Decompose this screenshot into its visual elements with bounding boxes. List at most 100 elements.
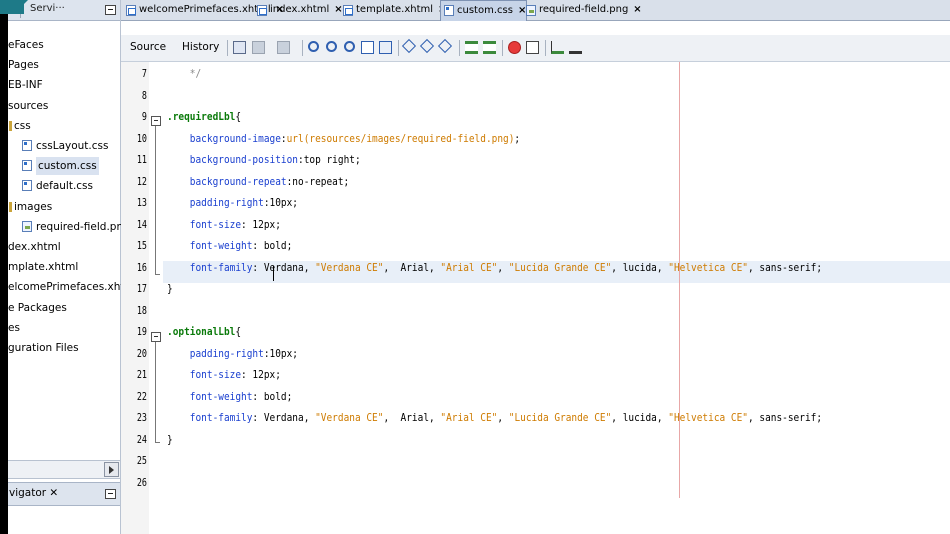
code-line: .requiredLbl{: [167, 109, 241, 125]
find-selection-icon[interactable]: [361, 41, 374, 54]
stop-macro-recording-icon[interactable]: [526, 41, 539, 54]
code-line: background-image:url(resources/images/re…: [167, 131, 520, 147]
fold-toggle-icon[interactable]: [151, 116, 161, 126]
line-number: 11: [136, 154, 147, 166]
history-view-button[interactable]: History: [179, 39, 222, 55]
toolbar-separator: [302, 40, 303, 56]
close-tab-icon[interactable]: ×: [633, 4, 641, 15]
editor-pane: welcomePrimefaces.xhtml × index.xhtml × temp…: [121, 0, 950, 534]
code-token: , sans-serif;: [747, 411, 823, 424]
code-line: padding-right:10px;: [167, 346, 298, 362]
code-token: : bold;: [252, 389, 293, 403]
image-file-icon: [22, 220, 32, 232]
line-number: 21: [136, 369, 147, 381]
code-token: : bold;: [252, 239, 293, 252]
tree-item-label: dex.xhtml: [8, 241, 61, 253]
editor-tab[interactable]: index.xhtml ×: [254, 1, 343, 19]
minimize-navigator-button[interactable]: [105, 489, 116, 499]
code-token: : Verdana,: [252, 411, 316, 424]
xhtml-icon: [343, 5, 353, 16]
tree-item-label: guration Files: [8, 342, 79, 354]
toggle-highlight-icon[interactable]: [379, 41, 392, 54]
back-icon[interactable]: [252, 41, 265, 54]
shift-right-icon[interactable]: [483, 41, 496, 54]
code-token: font-weight: [167, 389, 253, 403]
navigator-label[interactable]: vigator ✕: [9, 487, 58, 499]
minimize-panel-button[interactable]: [105, 5, 116, 15]
code-line: font-size: 12px;: [167, 217, 281, 233]
editor-tab-label: index.xhtml: [270, 4, 330, 15]
editor-toolbar: Source History: [121, 35, 950, 62]
code-token: :10px;: [263, 196, 299, 209]
code-token: , Arial,: [383, 260, 441, 274]
code-token: "Helvetica CE": [668, 411, 748, 424]
find-next-icon[interactable]: [344, 41, 355, 52]
line-number: 12: [136, 175, 147, 188]
editor-tab[interactable]: custom.css ×: [440, 0, 528, 21]
tree-item-label: es: [8, 321, 20, 334]
code-line: font-weight: bold;: [167, 238, 293, 254]
editor-tab-label: custom.css: [457, 5, 513, 16]
tree-item-label: EB-INF: [8, 79, 43, 92]
start-macro-recording-icon[interactable]: [508, 41, 521, 54]
find-previous-icon[interactable]: [326, 41, 337, 52]
shift-left-icon[interactable]: [465, 41, 478, 54]
window-left-edge: [0, 0, 8, 534]
tree-item-label: Pages: [8, 59, 39, 72]
next-bookmark-icon[interactable]: [419, 38, 435, 54]
code-line: }: [167, 281, 173, 297]
css-file-icon: [22, 180, 32, 192]
code-token: font-family: [167, 411, 253, 424]
editor-tab[interactable]: required-field.png ×: [523, 1, 642, 19]
tree-item-label: default.css: [36, 180, 93, 193]
comment-icon[interactable]: [551, 41, 564, 54]
code-token: , lucida,: [611, 411, 669, 424]
scroll-right-icon[interactable]: [104, 462, 119, 477]
code-line: font-family: Verdana, "Verdana CE", Aria…: [167, 410, 822, 426]
tree-item-label: images: [14, 200, 53, 213]
code-token: background-repeat: [167, 174, 287, 188]
line-number: 7: [141, 68, 147, 80]
uncomment-icon[interactable]: [569, 41, 582, 54]
line-number: 14: [136, 218, 147, 231]
tab-services[interactable]: Servi···: [30, 3, 65, 14]
find-icon[interactable]: [308, 41, 319, 52]
code-token: ,: [497, 260, 509, 274]
line-number: 26: [136, 476, 147, 489]
code-editor-text-area[interactable]: */.requiredLbl{ background-image:url(res…: [163, 62, 950, 534]
code-token: , lucida,: [611, 260, 669, 274]
line-number: 20: [136, 347, 147, 360]
code-line: background-position:top right;: [167, 152, 361, 168]
code-token: : 12px;: [241, 217, 281, 231]
toggle-bookmark-icon[interactable]: [437, 38, 453, 54]
tree-item-label: e Packages: [8, 301, 67, 314]
toolbar-separator: [459, 40, 460, 56]
line-number: 16: [136, 261, 147, 274]
forward-icon[interactable]: [277, 41, 290, 54]
line-number: 23: [136, 412, 147, 424]
text-caret: [273, 266, 274, 281]
code-folding-column: [149, 62, 163, 534]
horizontal-scrollbar[interactable]: [8, 460, 120, 479]
css-file-icon: [22, 140, 32, 151]
editor-tab[interactable]: template.xhtml×: [340, 1, 446, 19]
line-number: 15: [136, 240, 147, 252]
previous-bookmark-icon[interactable]: [401, 38, 417, 54]
last-edit-icon[interactable]: [233, 41, 246, 54]
tree-item-label: mplate.xhtml: [8, 261, 79, 274]
folder-icon: [9, 201, 12, 212]
code-token: font-weight: [167, 239, 253, 252]
code-token: font-size: [167, 368, 242, 381]
line-number: 22: [136, 390, 147, 403]
folder-icon: [9, 120, 12, 131]
code-token: background-position: [167, 153, 299, 166]
code-token: , sans-serif;: [747, 260, 823, 274]
code-line: font-family: Verdana, "Verdana CE", Aria…: [167, 260, 822, 276]
code-line: font-weight: bold;: [167, 389, 293, 405]
navigator-tab[interactable]: vigator ✕: [8, 482, 120, 506]
editor-tab-label: required-field.png: [539, 4, 629, 15]
fold-toggle-icon[interactable]: [151, 332, 161, 342]
code-token: .requiredLbl: [167, 110, 236, 123]
line-number: 13: [136, 197, 147, 209]
source-view-button[interactable]: Source: [127, 39, 169, 55]
